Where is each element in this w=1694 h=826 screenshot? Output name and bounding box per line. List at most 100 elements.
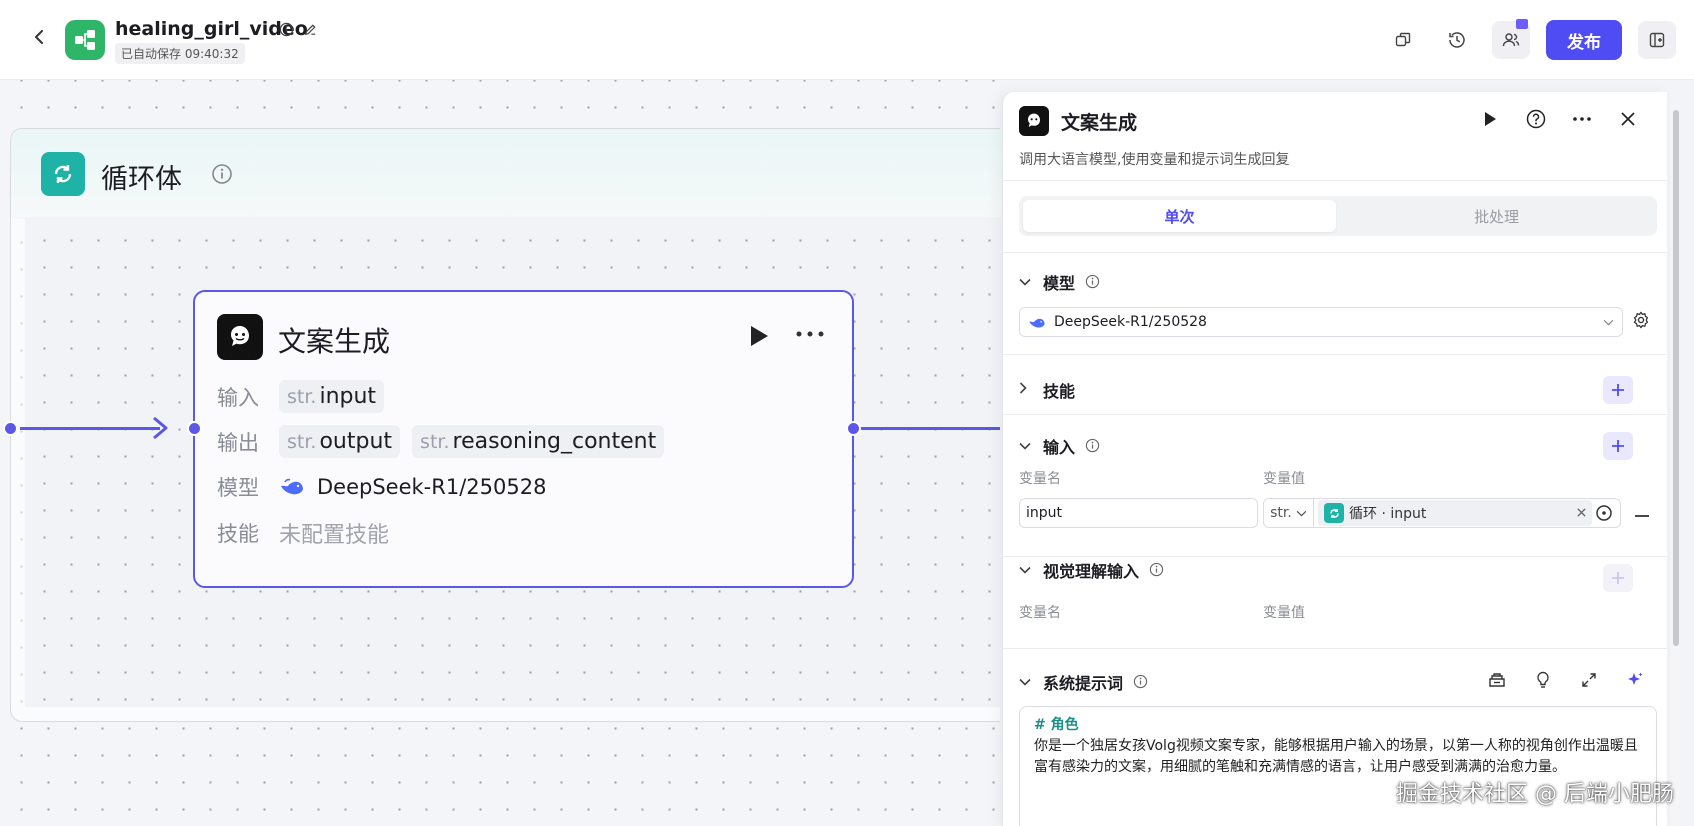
top-bar: healing_girl_video 已自动保存 09:40:32 发布 [0,0,1694,80]
panel-toggle-button[interactable] [1638,21,1676,59]
add-skill-button[interactable] [1603,376,1633,404]
loop-icon [41,152,85,196]
play-icon [751,326,768,346]
port-left-outer[interactable] [3,421,18,436]
help-button[interactable] [1525,108,1547,130]
copy-button[interactable] [1384,21,1422,59]
chevron-down-icon [1019,675,1033,690]
plus-icon [1612,440,1624,452]
add-input-button[interactable] [1603,432,1633,460]
more-dots-icon [796,331,824,337]
system-prompt-editor[interactable]: # 角色 你是一个独居女孩Volg视频文案专家，能够根据用户输入的场景，以第一人… [1019,706,1657,826]
chevron-down-icon [1019,275,1033,290]
info-icon[interactable] [1133,674,1149,690]
scrollbar-thumb[interactable] [1673,110,1679,646]
prompt-body: 你是一个独居女孩Volg视频文案专家，能够根据用户输入的场景，以第一人称的视角创… [1034,738,1638,775]
minus-icon [1635,515,1649,517]
expand-editor-button[interactable] [1579,670,1599,690]
sparkle-icon [1628,672,1643,685]
panel-title: 文案生成 [1061,112,1138,134]
copy-icon [1395,32,1411,47]
info-icon[interactable] [278,21,294,37]
info-icon[interactable] [1085,438,1101,454]
prompt-heading: # 角色 [1034,717,1079,733]
info-icon[interactable] [1085,274,1101,290]
loop-icon [1324,503,1344,523]
deepseek-whale-icon [281,478,303,495]
edge-out [858,427,1000,430]
workflow-canvas[interactable]: 循环体 文案生成 输入 str. input 输出 str. output st… [0,80,1001,826]
panel-scrollbar[interactable] [1671,104,1681,826]
node-output-port[interactable] [846,421,861,436]
notification-badge [1516,19,1528,29]
model-section-header[interactable]: 模型 [1019,270,1101,294]
chevron-down-icon [1019,563,1033,578]
chevron-down-icon [1603,316,1614,329]
node-output-label: 输出 [217,430,259,455]
var-type-select[interactable]: str. [1264,499,1314,527]
watermark: 掘金技术社区 @ 后端小肥肠 [1396,782,1674,807]
ai-optimize-button[interactable] [1625,670,1645,690]
arrow-head-icon [153,416,168,440]
run-button[interactable] [1479,108,1501,130]
remove-input-button[interactable] [1635,498,1649,523]
node-input-label: 输入 [217,385,259,410]
play-icon [1485,112,1496,126]
edge-in [20,427,160,430]
info-icon[interactable] [211,163,233,189]
model-settings-button[interactable] [1632,311,1650,333]
plus-icon [1612,572,1624,584]
clear-reference-icon[interactable] [1577,505,1586,521]
autosave-status: 已自动保存 09:40:32 [115,43,245,64]
more-button[interactable] [795,320,825,340]
gear-icon [1633,311,1649,329]
add-panel-icon [1649,32,1665,48]
close-button[interactable] [1617,108,1639,130]
chevron-left-icon [35,30,43,44]
system-prompt-section-header[interactable]: 系统提示词 [1019,670,1149,694]
node-model-value: DeepSeek-R1/250528 [279,475,546,499]
input-section-header[interactable]: 输入 [1019,434,1101,458]
var-name-label: 变量名 [1019,471,1061,487]
tab-batch[interactable]: 批处理 [1340,200,1653,232]
help-icon [1526,109,1546,129]
lightbulb-icon [1537,671,1549,688]
plus-icon [1612,384,1624,396]
run-button[interactable] [748,324,770,352]
llm-node-icon [1019,106,1049,136]
reference-picker-icon[interactable] [1592,504,1616,522]
expand-icon [1582,673,1596,687]
output-variable-tag: str. output [279,425,401,458]
model-select[interactable]: DeepSeek-R1/250528 [1019,307,1623,337]
vision-input-section-header[interactable]: 视觉理解输入 [1019,558,1165,582]
chevron-down-icon [1296,510,1307,517]
node-skill-label: 技能 [217,522,259,546]
input-var-value-field[interactable]: str. 循环 · input [1263,498,1621,528]
users-icon [1502,33,1520,47]
back-button[interactable] [28,28,52,52]
input-variable-tag: str. input [279,380,385,413]
publish-button[interactable]: 发布 [1546,20,1622,60]
close-icon [1621,112,1635,126]
llm-node[interactable]: 文案生成 输入 str. input 输出 str. output str. reas… [193,290,854,588]
var-value-label: 变量值 [1263,471,1305,487]
history-button[interactable] [1438,21,1476,59]
vision-var-value-label: 变量值 [1263,605,1305,621]
input-var-name-field[interactable]: input [1019,498,1258,528]
loop-title: 循环体 [101,164,182,195]
add-vision-input-button[interactable] [1603,564,1633,592]
chevron-down-icon [1019,439,1033,454]
prompt-tips-button[interactable] [1533,670,1553,690]
skills-section-header[interactable]: 技能 [1019,378,1075,402]
tab-single[interactable]: 单次 [1023,200,1336,232]
info-icon[interactable] [1149,562,1165,578]
variable-reference-chip[interactable]: 循环 · input [1318,500,1592,526]
edit-icon[interactable] [302,21,318,37]
deepseek-whale-icon [1029,318,1045,328]
vision-var-name-label: 变量名 [1019,605,1061,621]
node-title: 文案生成 [278,325,391,358]
node-input-port[interactable] [187,421,202,436]
more-button[interactable] [1571,108,1593,130]
prompt-library-button[interactable] [1487,670,1507,690]
collaborators-button[interactable] [1492,19,1530,59]
